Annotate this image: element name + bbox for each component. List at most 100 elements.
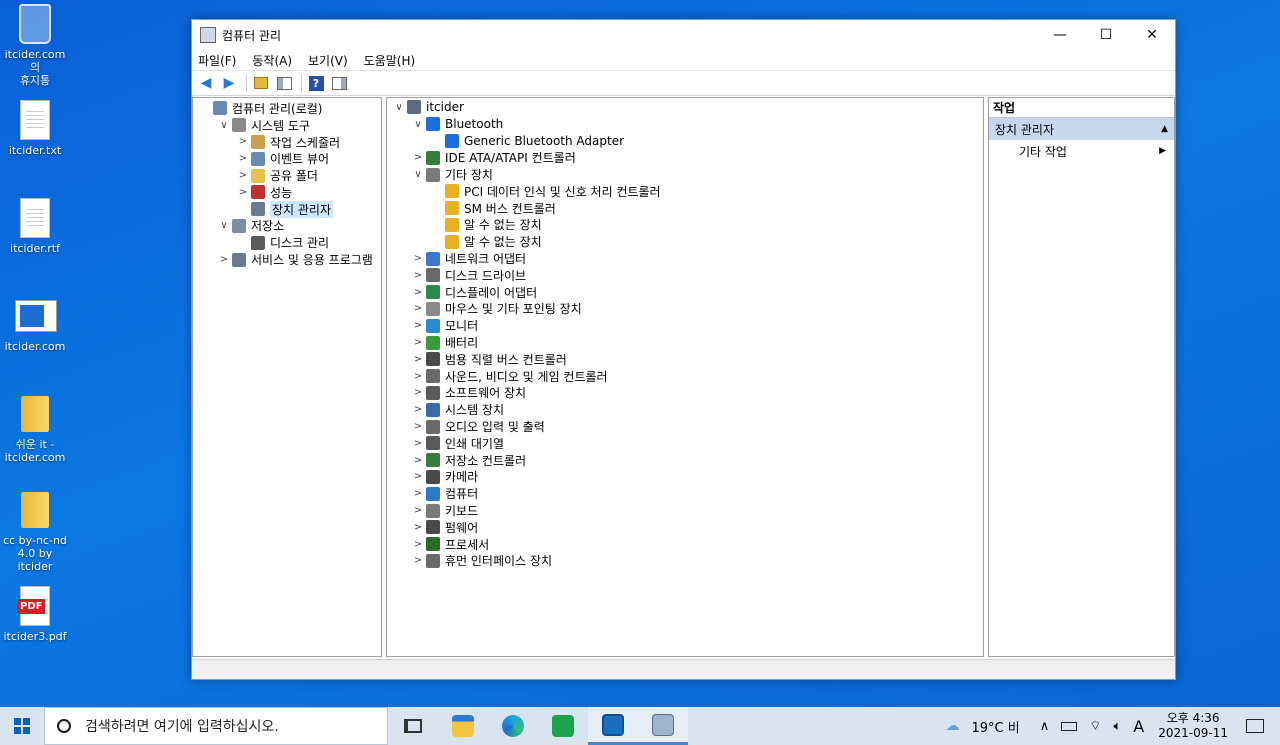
wifi-icon[interactable]: ⌔ [1089, 718, 1101, 734]
tree-item[interactable]: PCI 데이터 인식 및 신호 처리 컨트롤러 [387, 183, 983, 200]
tree-item[interactable]: > 인쇄 대기열 [387, 435, 983, 452]
expand-chevron-icon[interactable]: ∨ [218, 120, 230, 131]
maximize-button[interactable]: ☐ [1083, 20, 1129, 50]
collapse-chevron-icon[interactable]: > [237, 187, 249, 198]
tree-item[interactable]: ∨ 시스템 도구 [193, 117, 381, 134]
show-hidden-icons-chevron-icon[interactable]: ∧ [1040, 719, 1050, 734]
collapse-chevron-icon[interactable]: > [412, 488, 424, 499]
tree-item[interactable]: > 이벤트 뷰어 [193, 150, 381, 167]
collapse-chevron-icon[interactable]: > [412, 522, 424, 533]
tree-item[interactable]: > 성능 [193, 184, 381, 201]
action-more-actions[interactable]: 기타 작업 ▶ [989, 140, 1174, 162]
taskbar-computer-management[interactable] [638, 707, 688, 745]
collapse-chevron-icon[interactable]: > [412, 270, 424, 281]
clock[interactable]: 오후 4:36 2021-09-11 [1158, 711, 1228, 741]
menu-file[interactable]: 파일(F) [198, 52, 236, 69]
taskbar-search-box[interactable]: 검색하려면 여기에 입력하십시오. [44, 707, 388, 745]
tree-item[interactable]: ∨ 저장소 [193, 218, 381, 235]
taskbar-security-app[interactable] [538, 707, 588, 745]
collapse-chevron-icon[interactable]: > [237, 136, 249, 147]
tree-item[interactable]: > 디스크 드라이브 [387, 267, 983, 284]
collapse-chevron-icon[interactable]: > [412, 253, 424, 264]
weather-icon[interactable]: ☁ [946, 718, 960, 734]
weather-text[interactable]: 19°C 비 [972, 717, 1020, 736]
taskbar-edge[interactable] [488, 707, 538, 745]
tree-item[interactable]: > 서비스 및 응용 프로그램 [193, 251, 381, 268]
desktop-icon-5[interactable]: cc by-nc-nd 4.0 by itcider [0, 488, 70, 573]
title-bar[interactable]: 컴퓨터 관리 — ☐ ✕ [192, 20, 1175, 50]
collapse-chevron-icon[interactable]: > [412, 438, 424, 449]
back-arrow-icon[interactable]: ◀ [196, 73, 216, 93]
desktop-icon-6[interactable]: PDF itcider3.pdf [0, 584, 70, 643]
collapse-chevron-icon[interactable]: > [412, 354, 424, 365]
tree-item[interactable]: > 마우스 및 기타 포인팅 장치 [387, 301, 983, 318]
expand-chevron-icon[interactable]: ∨ [218, 220, 230, 231]
help-icon[interactable]: ? [306, 73, 326, 93]
tree-item[interactable]: > 사운드, 비디오 및 게임 컨트롤러 [387, 368, 983, 385]
tree-item[interactable]: > 펌웨어 [387, 519, 983, 536]
forward-arrow-icon[interactable]: ▶ [219, 73, 239, 93]
tree-item[interactable]: Generic Bluetooth Adapter [387, 133, 983, 150]
collapse-chevron-icon[interactable]: > [412, 152, 424, 163]
tree-item[interactable]: > 소프트웨어 장치 [387, 385, 983, 402]
volume-icon[interactable]: 🔈︎ [1113, 719, 1121, 734]
up-folder-icon[interactable] [251, 73, 271, 93]
tree-item[interactable]: > 배터리 [387, 334, 983, 351]
ime-indicator[interactable]: A [1133, 717, 1144, 736]
notification-icon[interactable] [1246, 719, 1264, 733]
collapse-chevron-icon[interactable]: > [412, 539, 424, 550]
collapse-chevron-icon[interactable]: > [412, 505, 424, 516]
collapse-triangle-icon[interactable]: ▲ [1161, 124, 1168, 134]
desktop-icon-0[interactable]: itcider.com의 휴지통 [0, 2, 70, 87]
tree-item[interactable]: ∨ Bluetooth [387, 116, 983, 133]
tree-item[interactable]: 알 수 없는 장치 [387, 217, 983, 234]
collapse-chevron-icon[interactable]: > [412, 387, 424, 398]
battery-tray-icon[interactable] [1061, 721, 1078, 731]
tree-item[interactable]: > 디스플레이 어댑터 [387, 284, 983, 301]
start-button[interactable] [0, 707, 44, 745]
taskbar-remote-desktop[interactable] [588, 707, 638, 745]
collapse-chevron-icon[interactable]: > [412, 471, 424, 482]
tree-item[interactable]: > 키보드 [387, 502, 983, 519]
desktop-icon-1[interactable]: itcider.txt [0, 98, 70, 157]
collapse-chevron-icon[interactable]: > [412, 555, 424, 566]
tree-item[interactable]: SM 버스 컨트롤러 [387, 200, 983, 217]
expand-chevron-icon[interactable]: ∨ [393, 102, 405, 113]
tree-item[interactable]: > 오디오 입력 및 출력 [387, 418, 983, 435]
tree-item[interactable]: > IDE ATA/ATAPI 컨트롤러 [387, 149, 983, 166]
collapse-chevron-icon[interactable]: > [218, 254, 230, 265]
tree-item[interactable]: 디스크 관리 [193, 234, 381, 251]
collapse-chevron-icon[interactable]: > [237, 153, 249, 164]
menu-help[interactable]: 도움말(H) [364, 52, 416, 69]
actions-section-device-manager[interactable]: 장치 관리자 ▲ [989, 118, 1174, 140]
desktop-icon-3[interactable]: itcider.com [0, 294, 70, 353]
minimize-button[interactable]: — [1037, 20, 1083, 50]
menu-view[interactable]: 보기(V) [308, 52, 348, 69]
tree-item[interactable]: > 컴퓨터 [387, 485, 983, 502]
tree-item[interactable]: > 범용 직렬 버스 컨트롤러 [387, 351, 983, 368]
tree-item[interactable]: 장치 관리자 [193, 200, 381, 218]
tree-item[interactable]: > 프로세서 [387, 536, 983, 553]
show-hide-tree-icon[interactable] [274, 73, 294, 93]
collapse-chevron-icon[interactable]: > [412, 337, 424, 348]
collapse-chevron-icon[interactable]: > [412, 421, 424, 432]
tree-item[interactable]: 알 수 없는 장치 [387, 233, 983, 250]
tree-item[interactable]: > 저장소 컨트롤러 [387, 452, 983, 469]
tree-item[interactable]: > 모니터 [387, 317, 983, 334]
close-button[interactable]: ✕ [1129, 20, 1175, 50]
tree-item[interactable]: > 공유 폴더 [193, 167, 381, 184]
tree-item[interactable]: > 작업 스케줄러 [193, 134, 381, 151]
tree-item[interactable]: > 카메라 [387, 469, 983, 486]
collapse-chevron-icon[interactable]: > [412, 320, 424, 331]
tree-item[interactable]: ∨ itcider [387, 99, 983, 116]
expand-chevron-icon[interactable]: ∨ [412, 169, 424, 180]
collapse-chevron-icon[interactable]: > [237, 170, 249, 181]
collapse-chevron-icon[interactable]: > [412, 455, 424, 466]
collapse-chevron-icon[interactable]: > [412, 404, 424, 415]
menu-action[interactable]: 동작(A) [252, 52, 292, 69]
task-view-button[interactable] [388, 707, 438, 745]
desktop-icon-2[interactable]: itcider.rtf [0, 196, 70, 255]
taskbar-file-explorer[interactable] [438, 707, 488, 745]
collapse-chevron-icon[interactable]: > [412, 287, 424, 298]
collapse-chevron-icon[interactable]: > [412, 303, 424, 314]
